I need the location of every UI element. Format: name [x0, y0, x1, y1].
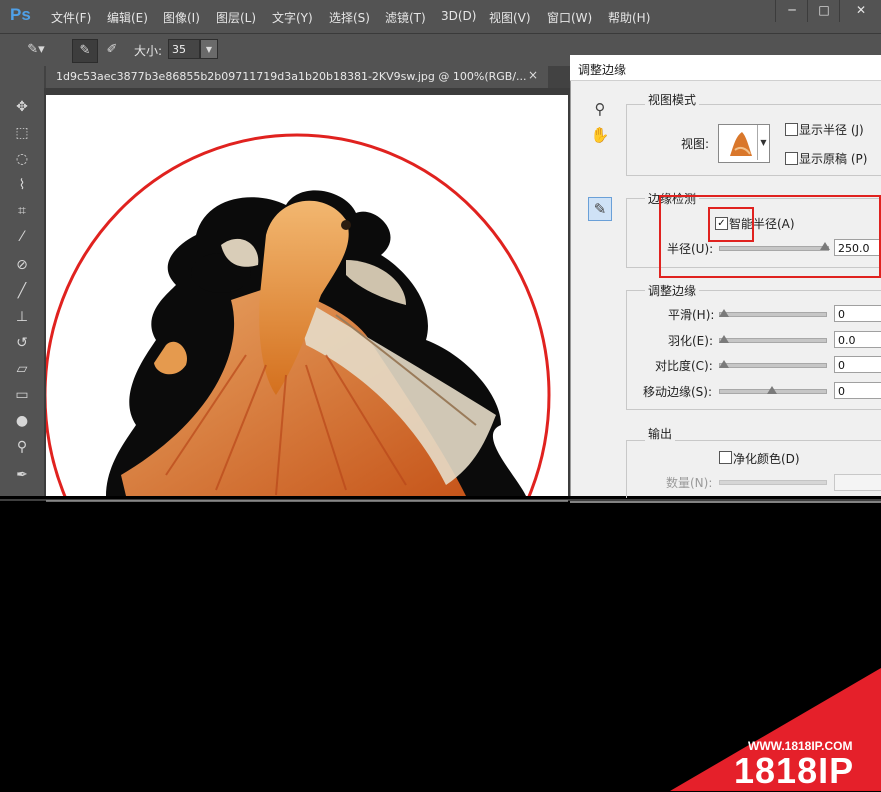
- watermark-brand: 1818IP: [734, 750, 855, 791]
- watermark-banner: [670, 668, 881, 791]
